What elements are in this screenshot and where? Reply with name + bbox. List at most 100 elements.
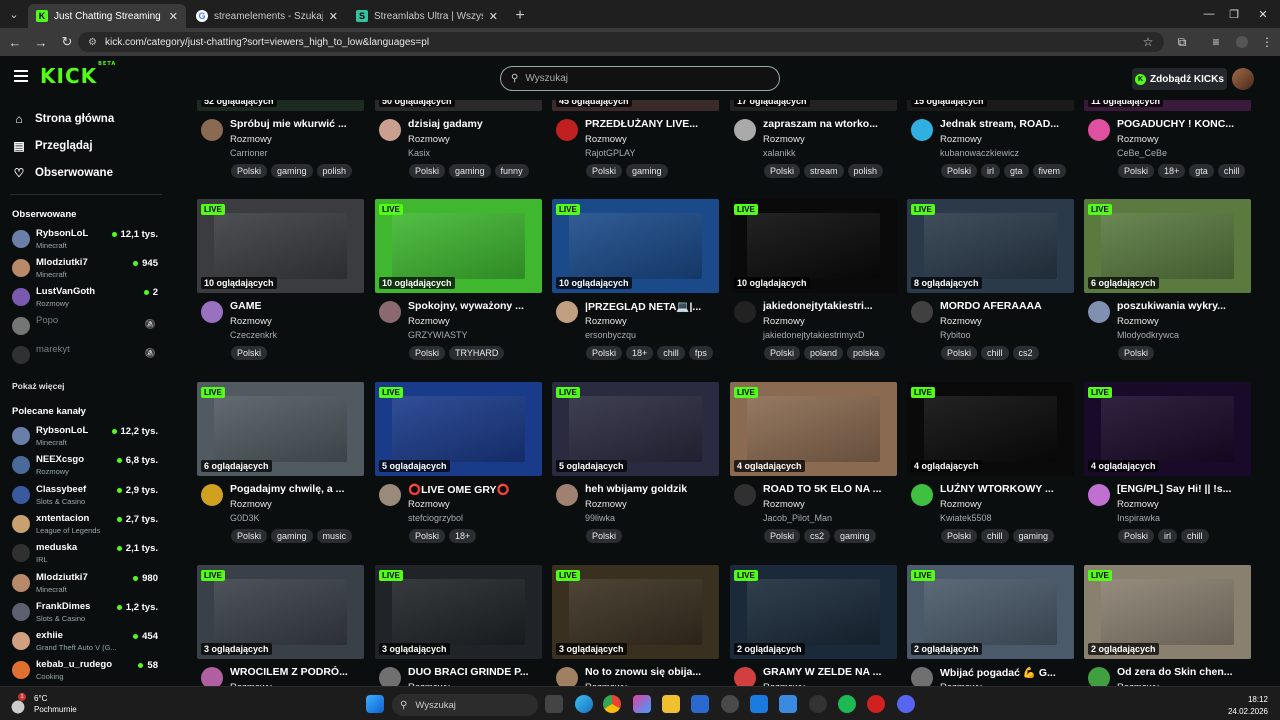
stream-thumbnail[interactable]: LIVE 10 oglądających bbox=[730, 199, 897, 293]
stream-card[interactable]: 52 oglądających Spróbuj mie wkurwić ... Ro… bbox=[197, 100, 364, 195]
visual-studio-code-icon[interactable] bbox=[750, 695, 768, 713]
stream-card[interactable]: 50 oglądających dzisiaj gadamy Rozmowy Kasi… bbox=[375, 100, 542, 195]
obs-icon[interactable] bbox=[809, 695, 827, 713]
streamer-name[interactable]: Mlodyodkrywca bbox=[1117, 330, 1179, 340]
streamer-avatar[interactable] bbox=[201, 484, 223, 506]
stream-tag[interactable]: polska bbox=[847, 346, 886, 360]
stream-category[interactable]: Rozmowy bbox=[585, 499, 627, 510]
tab-streamlabs[interactable]: S Streamlabs Ultra | Wszystkie na ✕ bbox=[348, 4, 506, 28]
streamer-avatar[interactable] bbox=[201, 667, 223, 686]
stream-title[interactable]: ⭕LIVE OME GRY⭕ bbox=[408, 483, 542, 496]
stream-category[interactable]: Rozmowy bbox=[763, 316, 805, 327]
stream-tag[interactable]: gaming bbox=[626, 164, 668, 178]
stream-thumbnail[interactable]: LIVE 4 oglądających bbox=[907, 382, 1074, 476]
streamer-name[interactable]: Carrioner bbox=[230, 148, 268, 158]
stream-thumbnail[interactable]: 17 oglądających bbox=[730, 100, 897, 111]
stream-title[interactable]: Od zera do Skin chen... bbox=[1117, 666, 1251, 678]
stream-card[interactable]: LIVE 6 oglądających Pogadajmy chwilę, a ..… bbox=[197, 382, 364, 560]
stream-tag[interactable]: TRYHARD bbox=[449, 346, 505, 360]
stream-tag[interactable]: Polski bbox=[409, 346, 446, 360]
stream-category[interactable]: Rozmowy bbox=[940, 499, 982, 510]
recommended-channel[interactable]: Classybeef Slots & Casino 2,9 tys. bbox=[10, 482, 160, 510]
stream-card[interactable]: LIVE 10 oglądających GAME Rozmowy Czeczenkrk… bbox=[197, 199, 364, 377]
streamer-avatar[interactable] bbox=[734, 119, 756, 141]
streamer-avatar[interactable] bbox=[1088, 301, 1110, 323]
stream-card[interactable]: LIVE 10 oglądających Spokojny, wyważony ..… bbox=[375, 199, 542, 377]
stream-title[interactable]: DUO BRACI GRINDE P... bbox=[408, 666, 542, 678]
stream-tag[interactable]: polish bbox=[847, 164, 884, 178]
stream-tag[interactable]: Polski bbox=[941, 529, 978, 543]
recommended-channel[interactable]: FrankDimes Slots & Casino 1,2 tys. bbox=[10, 599, 160, 627]
stream-tag[interactable]: Polski bbox=[764, 346, 801, 360]
sidebar-item-following[interactable]: ♡ Obserwowane bbox=[12, 163, 113, 183]
stream-tag[interactable]: cs2 bbox=[804, 529, 831, 543]
stream-tag[interactable]: chill bbox=[1181, 529, 1209, 543]
streamer-avatar[interactable] bbox=[379, 484, 401, 506]
stream-thumbnail[interactable]: 52 oglądających bbox=[197, 100, 364, 111]
streamer-name[interactable]: Rybitoo bbox=[940, 330, 971, 340]
streamer-name[interactable]: CeBe_CeBe bbox=[1117, 148, 1167, 158]
stream-title[interactable]: |PRZEGLĄD NETA💻|... bbox=[585, 300, 719, 313]
stream-tag[interactable]: 18+ bbox=[626, 346, 654, 360]
streamer-name[interactable]: 99liwka bbox=[585, 513, 615, 523]
stream-card[interactable]: LIVE 8 oglądających MORDO AFERAAAA Rozmowy R… bbox=[907, 199, 1074, 377]
stream-card[interactable]: 11 oglądających POGADUCHY ! KONC... Rozmow… bbox=[1084, 100, 1251, 195]
sidebar-item-browse[interactable]: ▤ Przeglądaj bbox=[12, 136, 92, 156]
stream-tag[interactable]: irl bbox=[1158, 529, 1178, 543]
discord-icon[interactable] bbox=[897, 695, 915, 713]
stream-category[interactable]: Rozmowy bbox=[230, 499, 272, 510]
streamer-name[interactable]: G0D3K bbox=[230, 513, 260, 523]
weather-widget[interactable]: 1 6°C Pochmurnie bbox=[8, 693, 77, 715]
close-tab-icon[interactable]: ✕ bbox=[169, 10, 178, 23]
copilot-icon[interactable] bbox=[633, 695, 651, 713]
stream-title[interactable]: Spróbuj mie wkurwić ... bbox=[230, 118, 364, 130]
stream-tag[interactable]: Polski bbox=[586, 529, 623, 543]
stream-title[interactable]: poszukiwania wykry... bbox=[1117, 300, 1251, 312]
stream-tag[interactable]: chill bbox=[657, 346, 685, 360]
streamer-avatar[interactable] bbox=[556, 484, 578, 506]
stream-category[interactable]: Rozmowy bbox=[940, 134, 982, 145]
app-icon[interactable] bbox=[721, 695, 739, 713]
stream-title[interactable]: POGADUCHY ! KONC... bbox=[1117, 118, 1251, 130]
stream-thumbnail[interactable]: LIVE 3 oglądających bbox=[375, 565, 542, 659]
stream-title[interactable]: jakiedonejtytakiestri... bbox=[763, 300, 897, 312]
streamer-name[interactable]: Jacob_Pilot_Man bbox=[763, 513, 832, 523]
user-avatar[interactable] bbox=[1232, 68, 1254, 90]
streamer-avatar[interactable] bbox=[379, 301, 401, 323]
stream-tag[interactable]: gta bbox=[1004, 164, 1029, 178]
stream-title[interactable]: No to znowu się obija... bbox=[585, 666, 719, 678]
stream-tag[interactable]: Polski bbox=[231, 346, 268, 360]
stream-tag[interactable]: Polski bbox=[586, 164, 623, 178]
menu-hamburger-icon[interactable] bbox=[14, 70, 28, 82]
stream-category[interactable]: Rozmowy bbox=[763, 134, 805, 145]
stream-card[interactable]: LIVE 10 oglądających jakiedonejtytakiestri… bbox=[730, 199, 897, 377]
stream-card[interactable]: LIVE 5 oglądających heh wbijamy goldzik Roz… bbox=[552, 382, 719, 560]
back-icon[interactable]: ← bbox=[2, 29, 28, 55]
task-view-icon[interactable] bbox=[545, 695, 563, 713]
kick-logo[interactable]: KICKBETA bbox=[40, 61, 115, 88]
stream-tag[interactable]: fivem bbox=[1032, 164, 1067, 178]
stream-tag[interactable]: 18+ bbox=[1158, 164, 1186, 178]
stream-tag[interactable]: funny bbox=[494, 164, 529, 178]
stream-tag[interactable]: gaming bbox=[271, 529, 313, 543]
site-info-icon[interactable]: ⚙ bbox=[88, 37, 97, 48]
close-tab-icon[interactable]: ✕ bbox=[329, 10, 338, 23]
stream-card[interactable]: LIVE 10 oglądających |PRZEGLĄD NETA💻|... Ro… bbox=[552, 199, 719, 377]
streamer-name[interactable]: Inspirawka bbox=[1117, 513, 1160, 523]
stream-card[interactable]: LIVE 2 oglądających Od zera do Skin chen..… bbox=[1084, 565, 1251, 686]
followed-channel[interactable]: LustVanGoth Rozmowy 2 bbox=[10, 284, 160, 312]
stream-title[interactable]: dzisiaj gadamy bbox=[408, 118, 542, 130]
stream-title[interactable]: MORDO AFERAAAA bbox=[940, 300, 1074, 312]
bookmark-star-icon[interactable]: ☆ bbox=[1135, 28, 1161, 56]
streamer-name[interactable]: ersonbyczqu bbox=[585, 330, 636, 340]
streamer-avatar[interactable] bbox=[911, 484, 933, 506]
stream-title[interactable]: Pogadajmy chwilę, a ... bbox=[230, 483, 364, 495]
stream-card[interactable]: LIVE2 oglądającychGRAMY W ZELDE NA ...Ro… bbox=[730, 565, 897, 686]
stream-tag[interactable]: chill bbox=[981, 346, 1009, 360]
streamer-name[interactable]: stefciogrzybol bbox=[408, 513, 463, 523]
chrome-icon[interactable] bbox=[603, 695, 621, 713]
stream-thumbnail[interactable]: LIVE 10 oglądających bbox=[197, 199, 364, 293]
stream-title[interactable]: Jednak stream, ROAD... bbox=[940, 118, 1074, 130]
recommended-channel[interactable]: meduska IRL 2,1 tys. bbox=[10, 540, 160, 568]
stream-thumbnail[interactable]: 15 oglądających bbox=[907, 100, 1074, 111]
